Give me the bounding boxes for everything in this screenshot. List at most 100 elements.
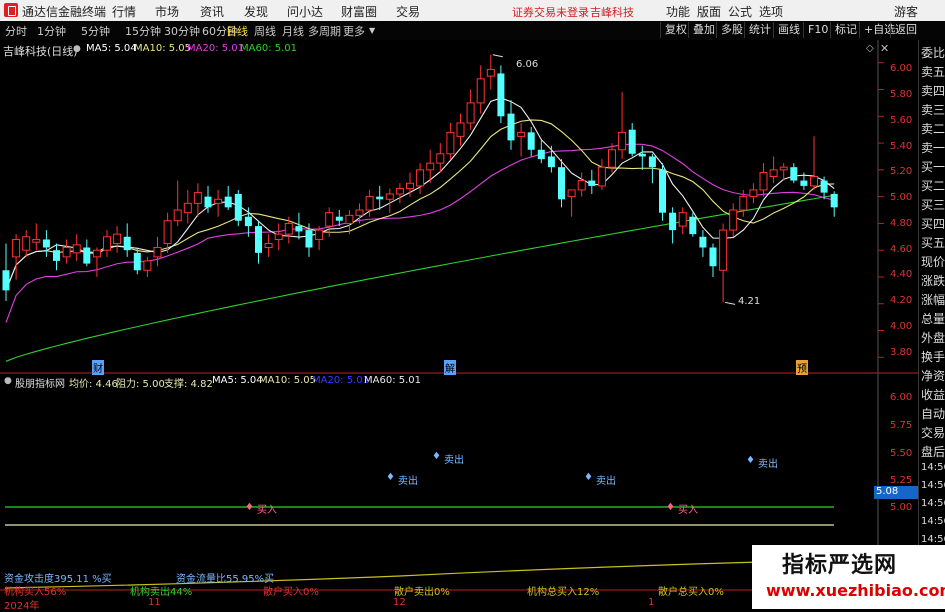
chevron-down-icon[interactable]: ▼ [369,26,375,35]
candle-body [113,233,122,244]
indicator-ma60: MA60: 5.01 [364,375,422,386]
candle-body [123,236,131,251]
y-tick: 4.80 [890,218,913,229]
y-tick: 6.00 [890,63,913,74]
candle-body [659,169,666,213]
candle-body [62,247,71,258]
event-marker-forecast[interactable]: 预 [796,360,808,375]
app-title: 通达信金融终端 [22,5,107,19]
btn-mark[interactable]: 标记 [830,22,861,38]
menu-trade[interactable]: 交易 [396,3,420,20]
y-tick: 5.00 [890,192,913,203]
sell-signal-label: 卖出 [596,476,616,487]
side-label: 买一 [921,160,945,174]
period-15min[interactable]: 15分钟 [125,23,161,39]
side-label: 换手 [921,350,945,364]
menu-wealth[interactable]: 财富圈 [341,3,377,20]
guest-login[interactable]: 游客 [894,3,918,20]
candle-body [53,250,60,261]
y-tick: 3.80 [890,347,913,358]
btn-adjust[interactable]: 复权 [660,22,691,38]
candle-body [628,129,636,154]
side-label: 总量 [921,312,945,326]
btn-overlay[interactable]: 叠加 [688,22,719,38]
menu-market[interactable]: 市场 [155,3,179,20]
y-tick: 5.20 [890,166,913,177]
candle-body [385,193,394,200]
y-tick: 5.60 [890,115,913,126]
kline-chart[interactable] [0,40,918,609]
candle-body [446,131,455,155]
candle-body [133,252,141,271]
sell-signal-icon: ♦ [432,451,441,462]
btn-f10[interactable]: F10 [803,22,832,38]
candle-body [376,196,384,200]
side-label[interactable]: 自动 [921,405,945,422]
candle-body [163,220,172,244]
side-label: 卖二 [921,122,945,136]
watermark-box: 指标严选网 www.xuezhibiao.com [752,545,945,609]
login-warning[interactable]: 证券交易未登录 [512,4,589,20]
candle-body [365,196,374,211]
candle-body [709,247,717,267]
menu-functions[interactable]: 功能 [666,3,690,20]
menu-formula[interactable]: 公式 [728,3,752,20]
side-label: 买五 [921,236,945,250]
period-more[interactable]: 更多 [343,23,365,39]
btn-draw-line[interactable]: 画线 [773,22,804,38]
side-label: 卖五 [921,65,945,79]
candle-body [597,166,606,187]
legend-ma5: MA5: 5.04 [86,43,137,54]
collapse-icon[interactable]: ◇ [866,43,874,54]
period-30min[interactable]: 30分钟 [164,23,200,39]
period-intraday[interactable]: 分时 [5,23,27,39]
candle-body [497,73,505,117]
candle-body [638,153,646,157]
stock-name-tag: 吉峰科技 [590,6,634,19]
candle-body [406,182,414,190]
candle-body [325,212,334,227]
candle-body [305,230,313,248]
stat-retail-buy: 散户买入0% [263,587,319,598]
indicator-name: 股朋指标网 [15,379,65,390]
menu-discover[interactable]: 发现 [244,3,268,20]
side-label: 买二 [921,179,945,193]
period-weekly[interactable]: 周线 [254,23,276,39]
sub-legend-toggle-icon[interactable]: ● [4,376,12,386]
side-label[interactable]: 交易 [921,424,945,441]
menu-market-quotes[interactable]: 行情 [112,3,136,20]
period-monthly[interactable]: 月线 [282,23,304,39]
candle-body [244,216,252,227]
period-daily[interactable]: 日线 [226,23,248,39]
candle-body [274,233,283,240]
candle-body [476,78,485,104]
menu-options[interactable]: 选项 [759,3,783,20]
btn-back[interactable]: 返回 [890,22,921,38]
candle-body [224,196,232,208]
date-label: 12 [393,597,406,608]
menu-news[interactable]: 资讯 [200,3,224,20]
period-multi[interactable]: 多周期 [308,23,341,39]
watermark-url: www.xuezhibiao.com [766,581,945,600]
candle-body [456,122,465,137]
side-label: 外盘 [921,331,945,345]
period-5min[interactable]: 5分钟 [81,23,110,39]
menu-ask[interactable]: 问小达 [287,3,323,20]
close-icon[interactable]: ✕ [880,42,889,55]
y-tick: 4.40 [890,269,913,280]
stat-retail-total: 散户总买入0% [658,587,724,598]
candle-body [769,169,778,178]
title-bar: 通达信金融终端 行情 市场 资讯 发现 问小达 财富圈 交易 证券交易未登录 吉… [0,0,945,21]
sell-signal-label: 卖出 [444,455,464,466]
candle-body [699,236,707,248]
event-marker-finance[interactable]: 财 [92,360,104,375]
btn-statistics[interactable]: 统计 [744,22,775,38]
tick-time: 14:56 [921,534,945,545]
legend-toggle-icon[interactable]: ● [73,44,81,54]
candle-body [749,189,758,198]
event-marker-unlock[interactable]: 解 [444,360,456,375]
app-logo-icon [4,3,18,17]
btn-multi-stock[interactable]: 多股 [716,22,747,38]
period-1min[interactable]: 1分钟 [37,23,66,39]
menu-layout[interactable]: 版面 [697,3,721,20]
